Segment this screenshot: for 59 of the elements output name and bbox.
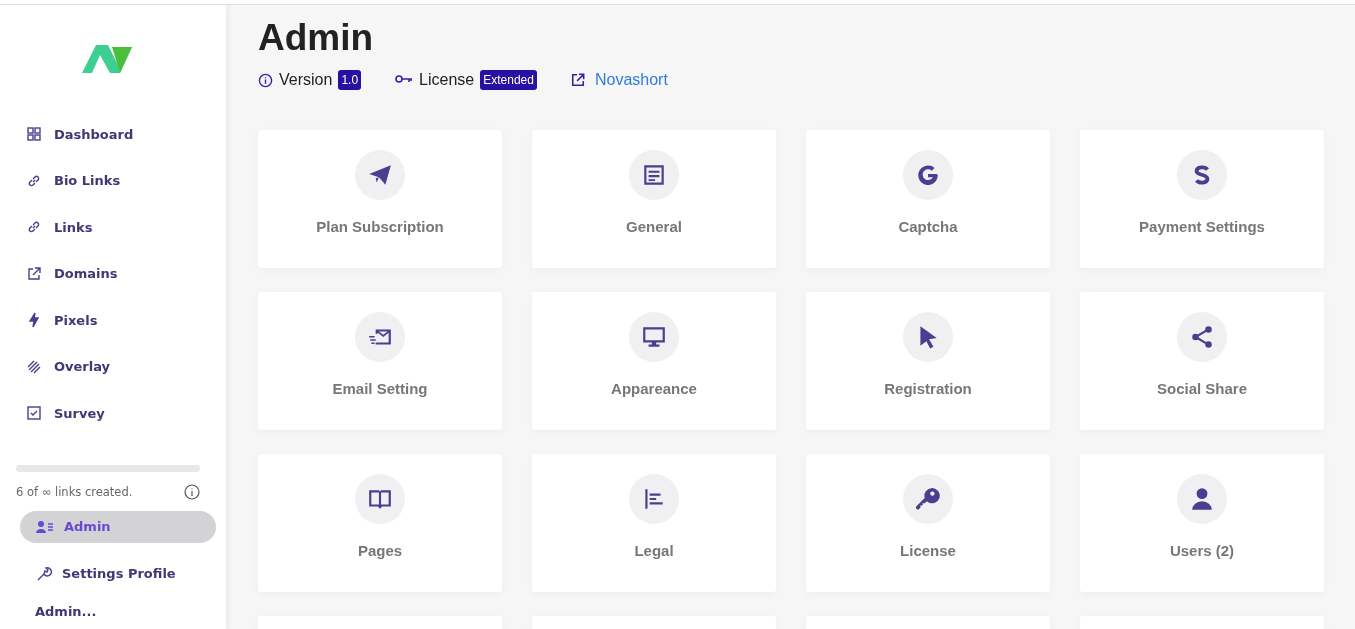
card-label: Email Setting: [332, 380, 428, 397]
info-icon[interactable]: [184, 483, 200, 500]
card-label: Captcha: [898, 218, 958, 235]
external-link-icon: [570, 73, 585, 87]
card-label: Social Share: [1156, 380, 1247, 397]
license-badge: Extended: [480, 70, 537, 90]
nav-item[interactable]: Survey: [0, 390, 226, 437]
usage-text: 6 of ∞ links created.: [16, 484, 133, 499]
version-label: Version: [279, 71, 333, 89]
nav-item[interactable]: Pixels: [0, 297, 226, 344]
card-label: Users (2): [1169, 542, 1235, 559]
page-title: Admin: [258, 16, 375, 60]
card-label: Payment Settings: [1139, 218, 1265, 235]
settings-card[interactable]: Pages: [258, 454, 502, 592]
settings-card[interactable]: Email Setting: [258, 292, 502, 430]
doc-icon: [641, 162, 667, 188]
wrench-icon: [36, 565, 52, 582]
settings-card[interactable]: License: [806, 454, 1050, 592]
settings-card[interactable]: General: [532, 130, 776, 268]
card-label: License: [900, 542, 956, 559]
settings-card[interactable]: Users (2): [1080, 454, 1324, 592]
info-icon: [258, 72, 273, 88]
license-label: License: [419, 71, 475, 89]
settings-card[interactable]: Registration: [806, 292, 1050, 430]
grid-icon: [26, 126, 42, 143]
key-icon: [915, 486, 941, 512]
settings-card[interactable]: Legal: [532, 454, 776, 592]
card-label: Legal: [634, 542, 674, 559]
settings-card[interactable]: Plan Subscription: [258, 130, 502, 268]
version-badge: 1.0: [338, 70, 362, 90]
logo-icon: [82, 43, 132, 75]
card-label: Pages: [357, 542, 403, 559]
settings-card[interactable]: Appareance: [532, 292, 776, 430]
card-label: Registration: [884, 380, 972, 397]
novashort-link[interactable]: Novashort: [594, 71, 668, 89]
monitor-icon: [641, 324, 667, 350]
nav-item[interactable]: Admin: [20, 510, 216, 543]
bolt-icon: [26, 312, 42, 329]
key-icon: [395, 75, 414, 85]
share-icon: [1189, 324, 1215, 350]
nav-item[interactable]: Bio Links: [0, 157, 226, 204]
nav-item[interactable]: Settings Profile: [20, 557, 216, 590]
nav-item[interactable]: Domains: [0, 250, 226, 297]
settings-card[interactable]: Payment Settings: [1080, 130, 1324, 268]
g-icon: [915, 162, 941, 188]
external-icon: [26, 265, 42, 282]
card-label: General: [626, 218, 682, 235]
settings-card[interactable]: Captcha: [806, 130, 1050, 268]
nav-item[interactable]: Links: [0, 204, 226, 251]
nav-item[interactable]: Dashboard: [0, 111, 226, 158]
nav-item[interactable]: Overlay: [0, 343, 226, 390]
card-label: Plan Subscription: [316, 218, 444, 235]
card-label: Appareance: [611, 380, 697, 397]
checkbox-icon: [26, 405, 42, 422]
user-icon: [1189, 486, 1215, 512]
layers-icon: [26, 358, 42, 375]
settings-card[interactable]: Social Share: [1080, 292, 1324, 430]
user-list-icon: [36, 519, 54, 534]
section-heading: Admin...: [35, 603, 98, 619]
